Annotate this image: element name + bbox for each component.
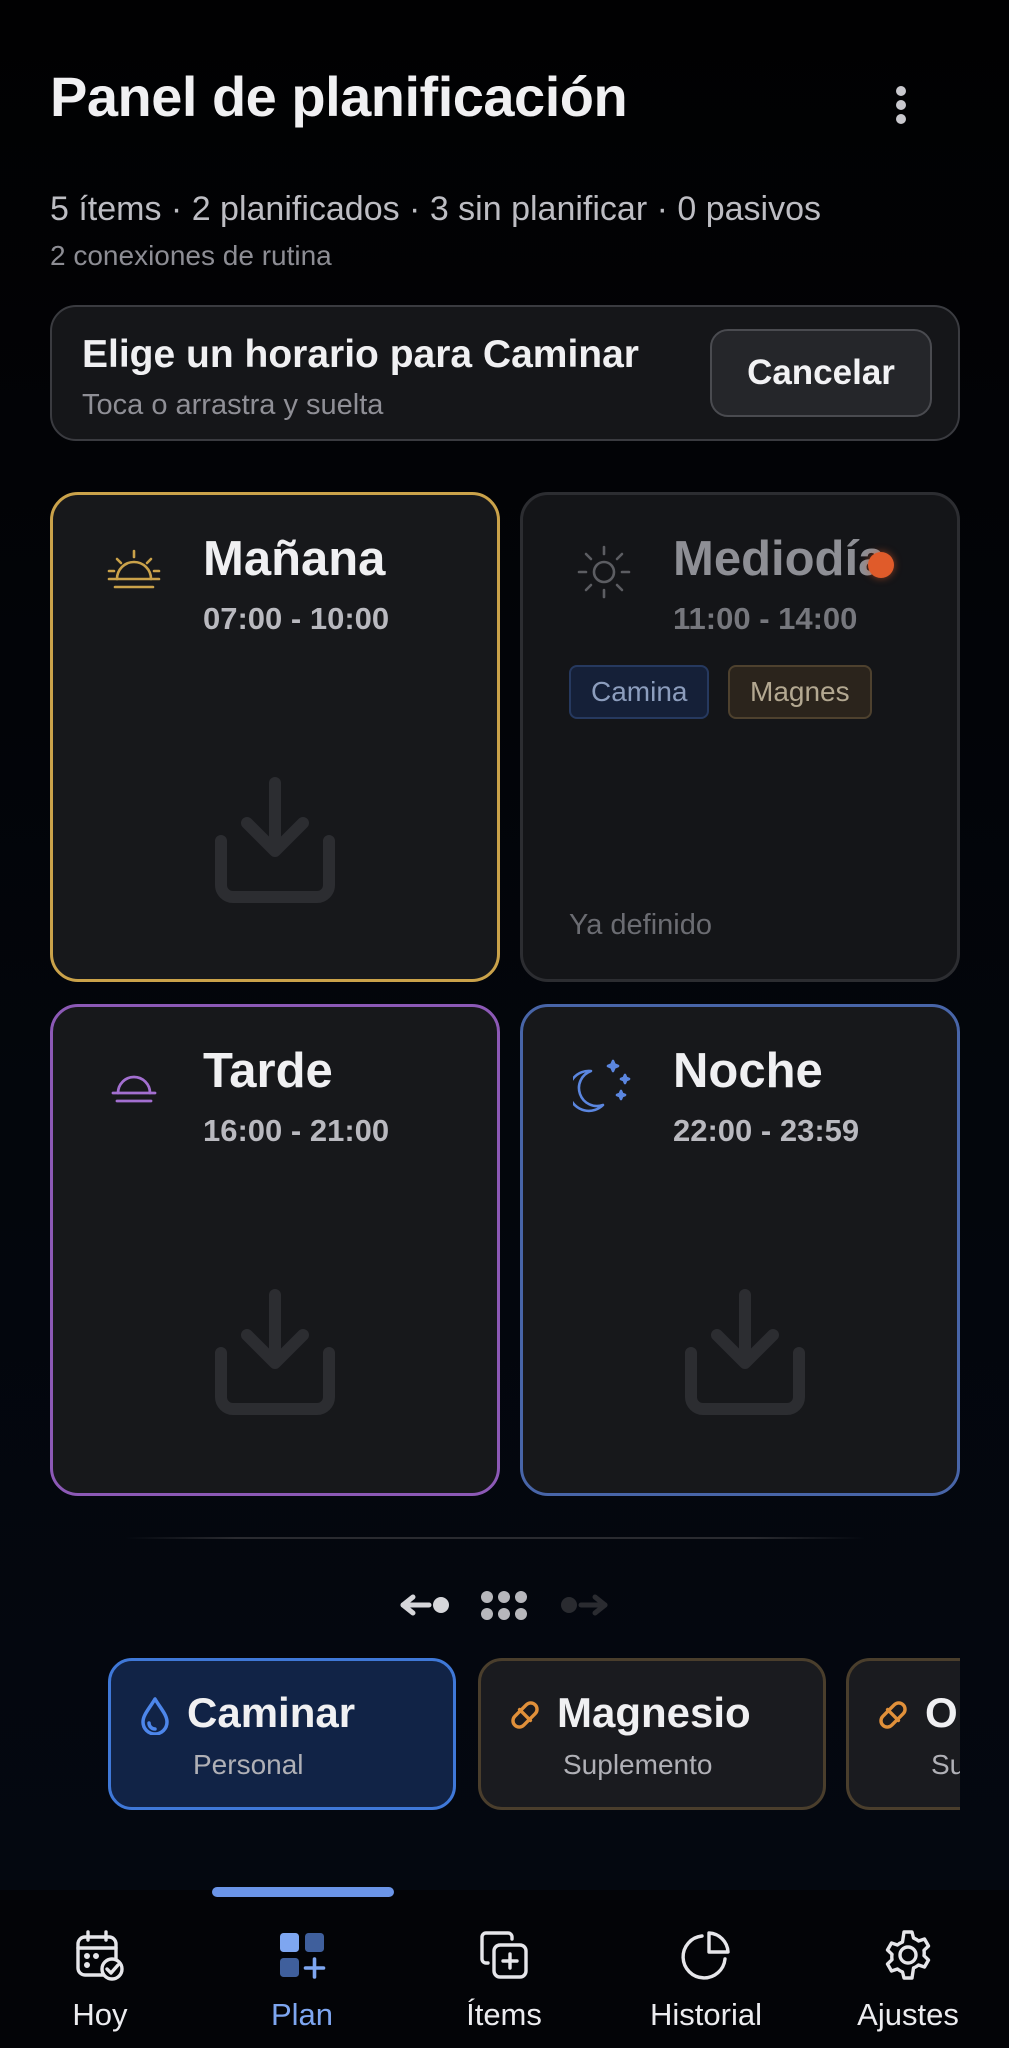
slot-noche[interactable]: Noche 22:00 - 23:59 bbox=[520, 1004, 960, 1496]
active-tab-indicator bbox=[212, 1887, 394, 1897]
status-dot bbox=[868, 552, 894, 578]
nav-item-historial[interactable]: Historial bbox=[606, 1927, 806, 2047]
nav-item-plan[interactable]: Plan bbox=[202, 1927, 402, 2047]
gear-icon bbox=[885, 1930, 931, 1980]
page-indicator[interactable] bbox=[395, 1585, 615, 1625]
nav-item-ajustes[interactable]: Ajustes bbox=[808, 1927, 1008, 2047]
drop-icon bbox=[141, 1697, 169, 1735]
page-title: Panel de planificación bbox=[50, 65, 628, 128]
pie-chart-icon bbox=[681, 1931, 730, 1980]
calendar-check-icon bbox=[76, 1930, 124, 1981]
download-icon bbox=[215, 1289, 335, 1415]
cancel-button[interactable]: Cancelar bbox=[710, 329, 932, 417]
nav-label: Plan bbox=[270, 1997, 334, 2032]
item-card-magnesio[interactable]: Magnesio Suplemento bbox=[478, 1658, 826, 1810]
grid-dots-icon bbox=[481, 1591, 527, 1620]
nav-label: Ítems bbox=[466, 1997, 542, 2032]
slot-time-range: 16:00 - 21:00 bbox=[203, 1113, 390, 1148]
item-category: Personal bbox=[193, 1749, 304, 1780]
slot-time-range: 22:00 - 23:59 bbox=[673, 1113, 860, 1148]
slot-tarde[interactable]: Tarde 16:00 - 21:00 bbox=[50, 1004, 500, 1496]
pill-icon bbox=[879, 1701, 907, 1729]
slot-time-range: 11:00 - 14:00 bbox=[673, 601, 858, 636]
sunrise-icon bbox=[107, 549, 161, 589]
download-icon bbox=[685, 1289, 805, 1415]
slot-name: Mañana bbox=[203, 532, 386, 586]
slot-mediodia[interactable]: Mediodía 11:00 - 14:00 Camina Magnes Ya … bbox=[520, 492, 960, 982]
slot-name: Tarde bbox=[203, 1044, 333, 1098]
slot-status-note: Ya definido bbox=[569, 909, 712, 941]
scheduling-banner: Elige un horario para Caminar Toca o arr… bbox=[50, 305, 960, 441]
routine-connections: 2 conexiones de rutina bbox=[50, 240, 332, 271]
item-title: Caminar bbox=[187, 1689, 356, 1736]
planning-summary: 5 ítems · 2 planificados · 3 sin planifi… bbox=[50, 190, 822, 228]
divider bbox=[125, 1537, 865, 1539]
more-options-icon[interactable] bbox=[880, 80, 922, 130]
nav-label: Ajustes bbox=[857, 1997, 959, 2032]
pill-icon bbox=[511, 1701, 539, 1729]
banner-title: Elige un horario para Caminar bbox=[82, 333, 639, 376]
slot-name: Noche bbox=[673, 1044, 823, 1098]
item-card-caminar[interactable]: Caminar Personal bbox=[108, 1658, 456, 1810]
scheduled-chip-walk[interactable]: Camina bbox=[569, 665, 710, 719]
unscheduled-items-strip[interactable]: Caminar Personal Magnesio Suplemento Ome… bbox=[108, 1658, 960, 1812]
nav-label: Hoy bbox=[72, 1997, 128, 2032]
item-title: Magnesio bbox=[557, 1689, 751, 1736]
nav-item-hoy[interactable]: Hoy bbox=[0, 1927, 200, 2047]
item-title: Omega bbox=[925, 1689, 960, 1736]
download-icon bbox=[215, 777, 335, 903]
item-category: Suplemento bbox=[931, 1749, 960, 1780]
moon-stars-icon bbox=[573, 1059, 631, 1113]
slot-name: Mediodía bbox=[673, 532, 886, 586]
sun-icon bbox=[577, 545, 631, 599]
grid-plus-icon bbox=[280, 1933, 326, 1979]
arrow-right-icon bbox=[561, 1594, 608, 1616]
arrow-left-icon bbox=[400, 1594, 449, 1616]
nav-item-items[interactable]: Ítems bbox=[404, 1927, 604, 2047]
sunset-icon bbox=[111, 1075, 157, 1103]
slot-manana[interactable]: Mañana 07:00 - 10:00 bbox=[50, 492, 500, 982]
scheduled-chip-magnesium[interactable]: Magnes bbox=[728, 665, 872, 719]
banner-subtitle: Toca o arrastra y suelta bbox=[82, 389, 384, 421]
item-category: Suplemento bbox=[563, 1749, 713, 1780]
item-card-omega[interactable]: Omega Suplemento bbox=[846, 1658, 960, 1810]
copy-plus-icon bbox=[480, 1931, 528, 1979]
slot-time-range: 07:00 - 10:00 bbox=[203, 601, 390, 636]
nav-label: Historial bbox=[650, 1997, 762, 2032]
